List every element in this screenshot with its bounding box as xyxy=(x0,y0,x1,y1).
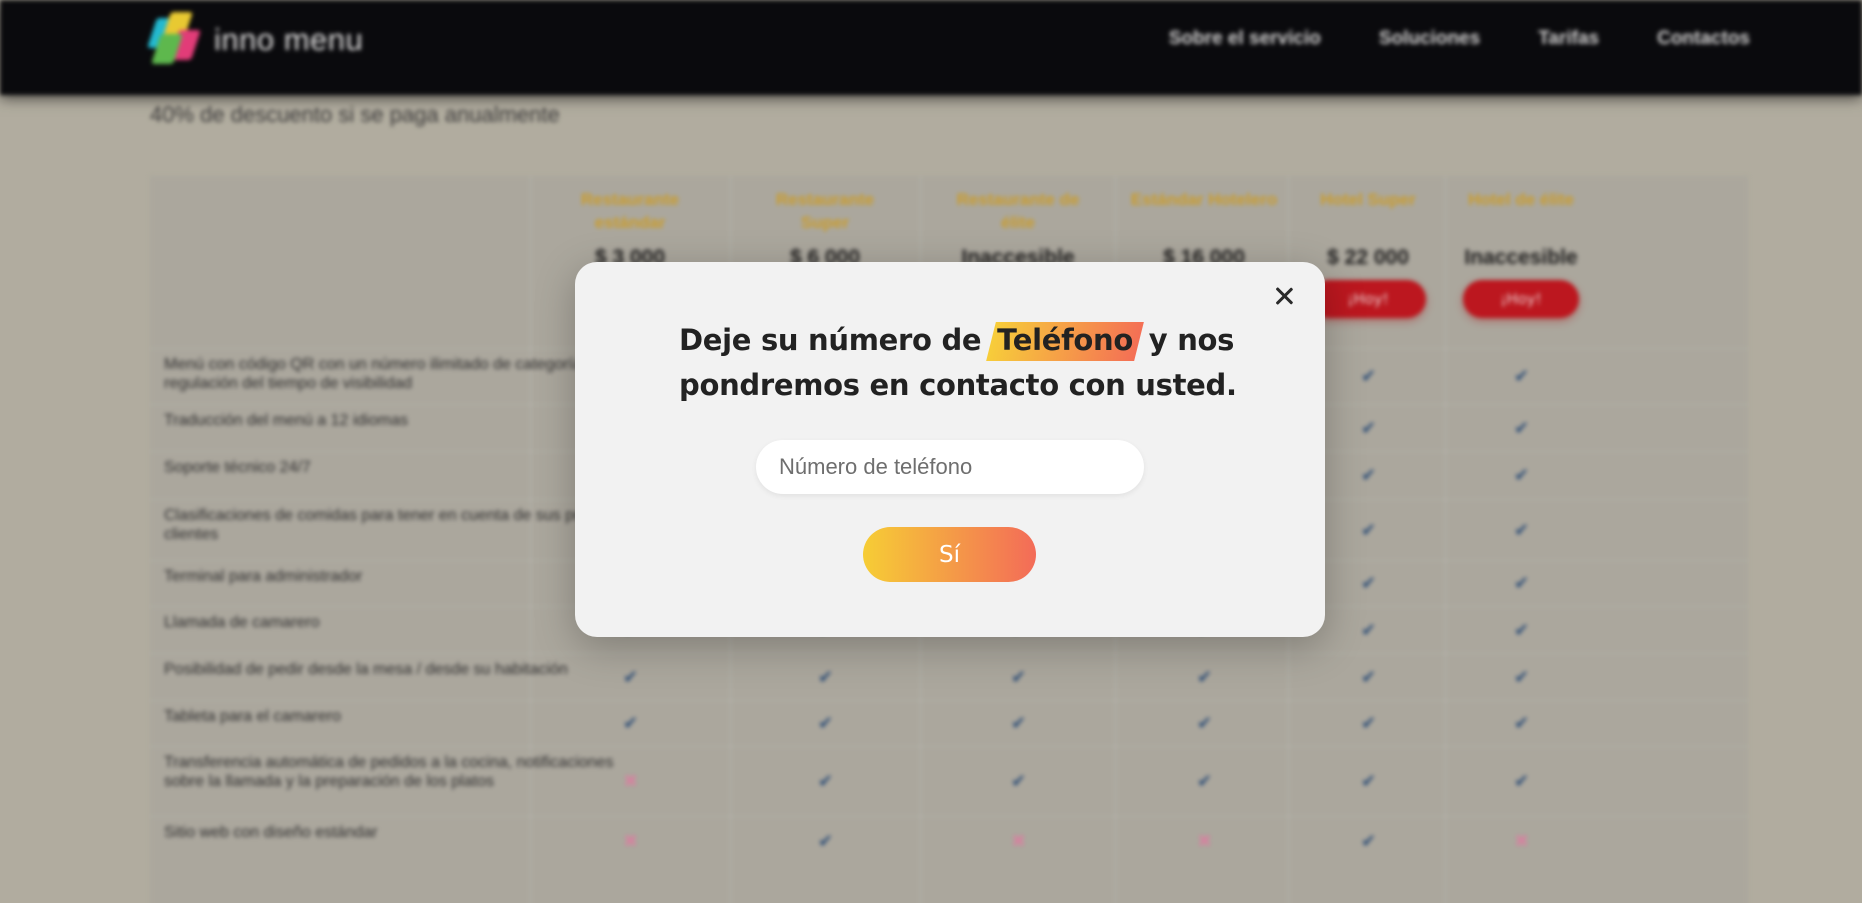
submit-button[interactable]: Sí xyxy=(863,527,1036,582)
modal-title-highlight: Teléfono xyxy=(991,318,1139,363)
modal-title: Deje su número de Teléfono y nos pondrem… xyxy=(679,318,1239,408)
close-icon[interactable] xyxy=(1270,282,1298,310)
phone-input[interactable] xyxy=(756,440,1144,494)
modal-title-start: Deje su número de xyxy=(679,323,982,357)
phone-modal: Deje su número de Teléfono y nos pondrem… xyxy=(575,262,1325,637)
